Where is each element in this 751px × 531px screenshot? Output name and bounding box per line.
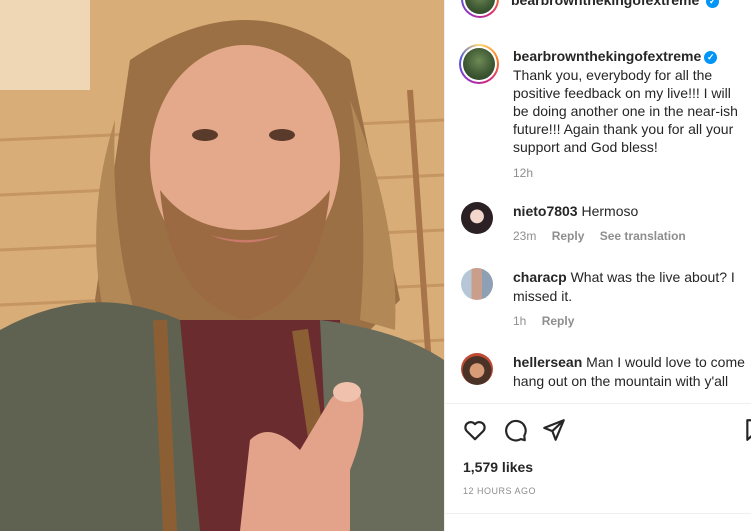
caption-time: 12h [513, 166, 534, 180]
header-username-text[interactable]: bearbrownthekingofextreme [511, 0, 699, 8]
verified-icon: ✓ [704, 51, 718, 64]
bookmark-icon[interactable] [743, 417, 751, 443]
comment-text: Hermoso [581, 203, 639, 219]
more-options-icon[interactable]: • [723, 0, 729, 8]
divider [445, 513, 751, 514]
comment-time: 23m [513, 229, 537, 243]
comment-username[interactable]: nieto7803 [513, 203, 578, 219]
verified-icon: ✓ [706, 0, 720, 8]
comment-avatar[interactable] [461, 268, 493, 300]
caption-text: Thank you, everybody for all the positiv… [513, 67, 738, 155]
photo-illustration [0, 0, 444, 531]
reply-button[interactable]: Reply [552, 229, 585, 243]
comment-avatar[interactable] [461, 353, 493, 385]
see-translation-button[interactable]: See translation [600, 229, 686, 243]
comment-icon[interactable] [502, 417, 528, 443]
caption-avatar[interactable] [459, 44, 499, 84]
share-icon[interactable] [541, 417, 567, 443]
comment-username[interactable]: characp [513, 269, 567, 285]
header-username[interactable]: bearbrownthekingofextreme ✓ [511, 0, 720, 8]
divider [445, 403, 751, 404]
comment-avatar[interactable] [461, 202, 493, 234]
caption-username[interactable]: bearbrownthekingofextreme [513, 48, 701, 64]
likes-count[interactable]: 1,579 likes [463, 459, 533, 475]
caption: bearbrownthekingofextreme ✓ Thank you, ev… [513, 47, 749, 182]
reply-button[interactable]: Reply [542, 314, 575, 328]
post-timestamp: 12 HOURS AGO [463, 486, 537, 496]
heart-icon[interactable] [462, 417, 488, 443]
comments-list[interactable]: nieto7803 Hermoso 23m Reply See translat… [445, 190, 751, 400]
post-panel: bearbrownthekingofextreme ✓ • bearbrownt… [444, 0, 751, 531]
comment-time: 1h [513, 314, 527, 328]
comment-username[interactable]: hellersean [513, 354, 582, 370]
post-photo[interactable] [0, 0, 444, 531]
header-avatar[interactable] [461, 0, 499, 18]
